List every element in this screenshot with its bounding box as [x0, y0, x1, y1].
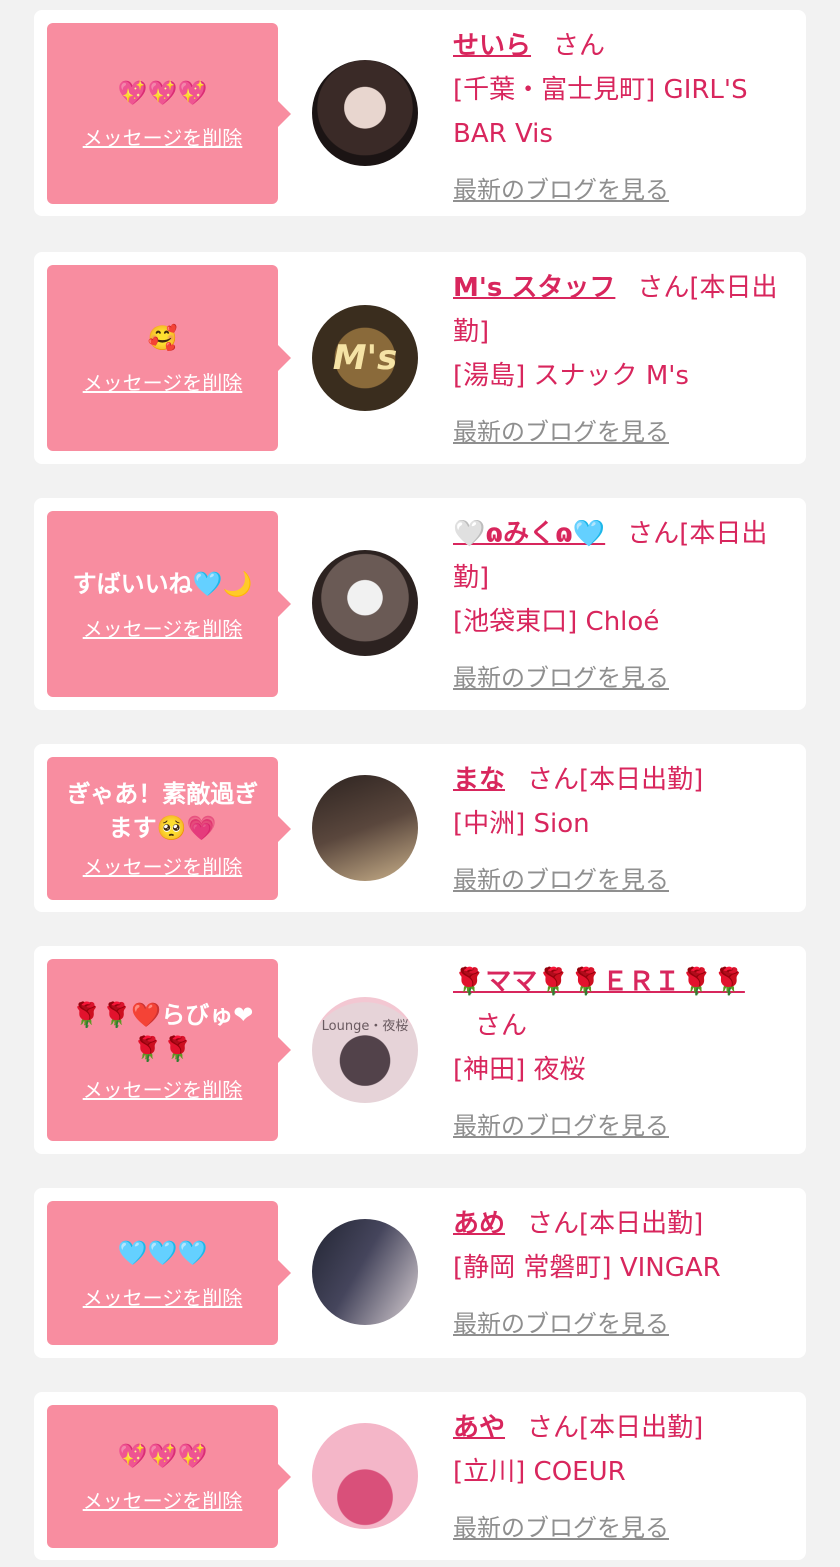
message-card: 🌹🌹❤️らびゅ❤🌹🌹 メッセージを削除 Lounge・夜桜 🌹ママ🌹🌹ＥＲＩ🌹🌹…	[34, 946, 806, 1154]
message-text: 💖💖💖	[117, 79, 208, 107]
latest-blog-link[interactable]: 最新のブログを見る	[453, 410, 669, 454]
message-text: ぎゃあ！素敵過ぎます🥺💗	[66, 780, 259, 842]
message-card: 🥰 メッセージを削除 M's M's スタッフ さん[本日出勤] [湯島] スナッ…	[34, 252, 806, 464]
latest-blog-link[interactable]: 最新のブログを見る	[453, 1302, 669, 1346]
message-card: 💖💖💖 メッセージを削除 せいら さん [千葉・富士見町] GIRL'S BAR …	[34, 10, 806, 216]
honorific: さん	[553, 31, 606, 61]
latest-blog-link[interactable]: 最新のブログを見る	[453, 858, 669, 902]
sender-info: まな さん[本日出勤] [中洲] Sion 最新のブログを見る	[453, 758, 790, 902]
shop-line: [池袋東口] Chloé	[453, 607, 660, 637]
avatar[interactable]	[312, 550, 418, 656]
message-text: 💖💖💖	[117, 1442, 208, 1470]
message-card: 💖💖💖 メッセージを削除 あや さん[本日出勤] [立川] COEUR 最新のブロ…	[34, 1392, 806, 1560]
honorific: さん	[627, 519, 680, 549]
avatar[interactable]: Lounge・夜桜	[312, 997, 418, 1103]
message-text: 🥰	[147, 323, 178, 352]
sender-name-link[interactable]: あや	[453, 1413, 505, 1443]
sender-info: せいら さん [千葉・富士見町] GIRL'S BAR Vis 最新のブログを見る	[453, 24, 790, 212]
sender-name-link[interactable]: M's スタッフ	[453, 273, 615, 303]
shop-line: [湯島] スナック M's	[453, 361, 689, 391]
shop-line: [立川] COEUR	[453, 1457, 626, 1487]
latest-blog-link[interactable]: 最新のブログを見る	[453, 656, 669, 700]
sender-info: あや さん[本日出勤] [立川] COEUR 最新のブログを見る	[453, 1406, 790, 1550]
shop-line: [静岡 常磐町] VINGAR	[453, 1253, 721, 1283]
message-card: すばいいね🩵🌙 メッセージを削除 🤍ɷみくɷ🩵 さん[本日出勤] [池袋東口] C…	[34, 498, 806, 710]
delete-message-link[interactable]: メッセージを削除	[83, 122, 243, 151]
delete-message-link[interactable]: メッセージを削除	[83, 367, 243, 396]
message-card: 🩵🩵🩵 メッセージを削除 あめ さん[本日出勤] [静岡 常磐町] VINGAR …	[34, 1188, 806, 1358]
attendance-badge: [本日出勤]	[579, 1413, 704, 1443]
message-bubble: 🥰 メッセージを削除	[47, 265, 291, 451]
avatar[interactable]: M's	[312, 305, 418, 411]
attendance-badge: [本日出勤]	[579, 1209, 704, 1239]
honorific: さん	[527, 1413, 580, 1443]
message-list: 💖💖💖 メッセージを削除 せいら さん [千葉・富士見町] GIRL'S BAR …	[0, 0, 840, 1567]
sender-name-link[interactable]: 🤍ɷみくɷ🩵	[453, 519, 605, 549]
shop-line: [中洲] Sion	[453, 809, 590, 839]
latest-blog-link[interactable]: 最新のブログを見る	[453, 168, 669, 212]
latest-blog-link[interactable]: 最新のブログを見る	[453, 1506, 669, 1550]
sender-name-link[interactable]: まな	[453, 765, 505, 795]
avatar[interactable]	[312, 775, 418, 881]
sender-name-link[interactable]: 🌹ママ🌹🌹ＥＲＩ🌹🌹	[453, 967, 745, 997]
delete-message-link[interactable]: メッセージを削除	[83, 1074, 243, 1103]
delete-message-link[interactable]: メッセージを削除	[83, 1485, 243, 1514]
message-bubble: 💖💖💖 メッセージを削除	[47, 1405, 291, 1548]
sender-info: 🌹ママ🌹🌹ＥＲＩ🌹🌹 さん [神田] 夜桜 最新のブログを見る	[453, 960, 790, 1148]
message-bubble: 🩵🩵🩵 メッセージを削除	[47, 1201, 291, 1345]
message-text: 🌹🌹❤️らびゅ❤🌹🌹	[71, 1000, 254, 1063]
shop-line: [千葉・富士見町] GIRL'S BAR Vis	[453, 75, 748, 149]
avatar[interactable]	[312, 1219, 418, 1325]
latest-blog-link[interactable]: 最新のブログを見る	[453, 1104, 669, 1148]
sender-info: 🤍ɷみくɷ🩵 さん[本日出勤] [池袋東口] Chloé 最新のブログを見る	[453, 512, 790, 700]
honorific: さん	[527, 765, 580, 795]
sender-name-link[interactable]: せいら	[453, 31, 531, 61]
message-bubble: ぎゃあ！素敵過ぎます🥺💗 メッセージを削除	[47, 757, 291, 900]
message-text: 🩵🩵🩵	[117, 1238, 208, 1267]
avatar[interactable]	[312, 60, 418, 166]
message-bubble: 💖💖💖 メッセージを削除	[47, 23, 291, 204]
sender-info: M's スタッフ さん[本日出勤] [湯島] スナック M's 最新のブログを見る	[453, 266, 790, 454]
sender-info: あめ さん[本日出勤] [静岡 常磐町] VINGAR 最新のブログを見る	[453, 1202, 790, 1346]
shop-line: [神田] 夜桜	[453, 1055, 586, 1085]
honorific: さん	[475, 1011, 528, 1041]
sender-name-link[interactable]: あめ	[453, 1209, 505, 1239]
message-bubble: 🌹🌹❤️らびゅ❤🌹🌹 メッセージを削除	[47, 959, 291, 1141]
honorific: さん	[637, 273, 690, 303]
message-text: すばいいね🩵🌙	[72, 569, 253, 598]
attendance-badge: [本日出勤]	[579, 765, 704, 795]
delete-message-link[interactable]: メッセージを削除	[83, 1282, 243, 1311]
honorific: さん	[527, 1209, 580, 1239]
delete-message-link[interactable]: メッセージを削除	[83, 851, 243, 880]
message-card: ぎゃあ！素敵過ぎます🥺💗 メッセージを削除 まな さん[本日出勤] [中洲] Si…	[34, 744, 806, 912]
message-bubble: すばいいね🩵🌙 メッセージを削除	[47, 511, 291, 697]
delete-message-link[interactable]: メッセージを削除	[83, 613, 243, 642]
avatar[interactable]	[312, 1423, 418, 1529]
